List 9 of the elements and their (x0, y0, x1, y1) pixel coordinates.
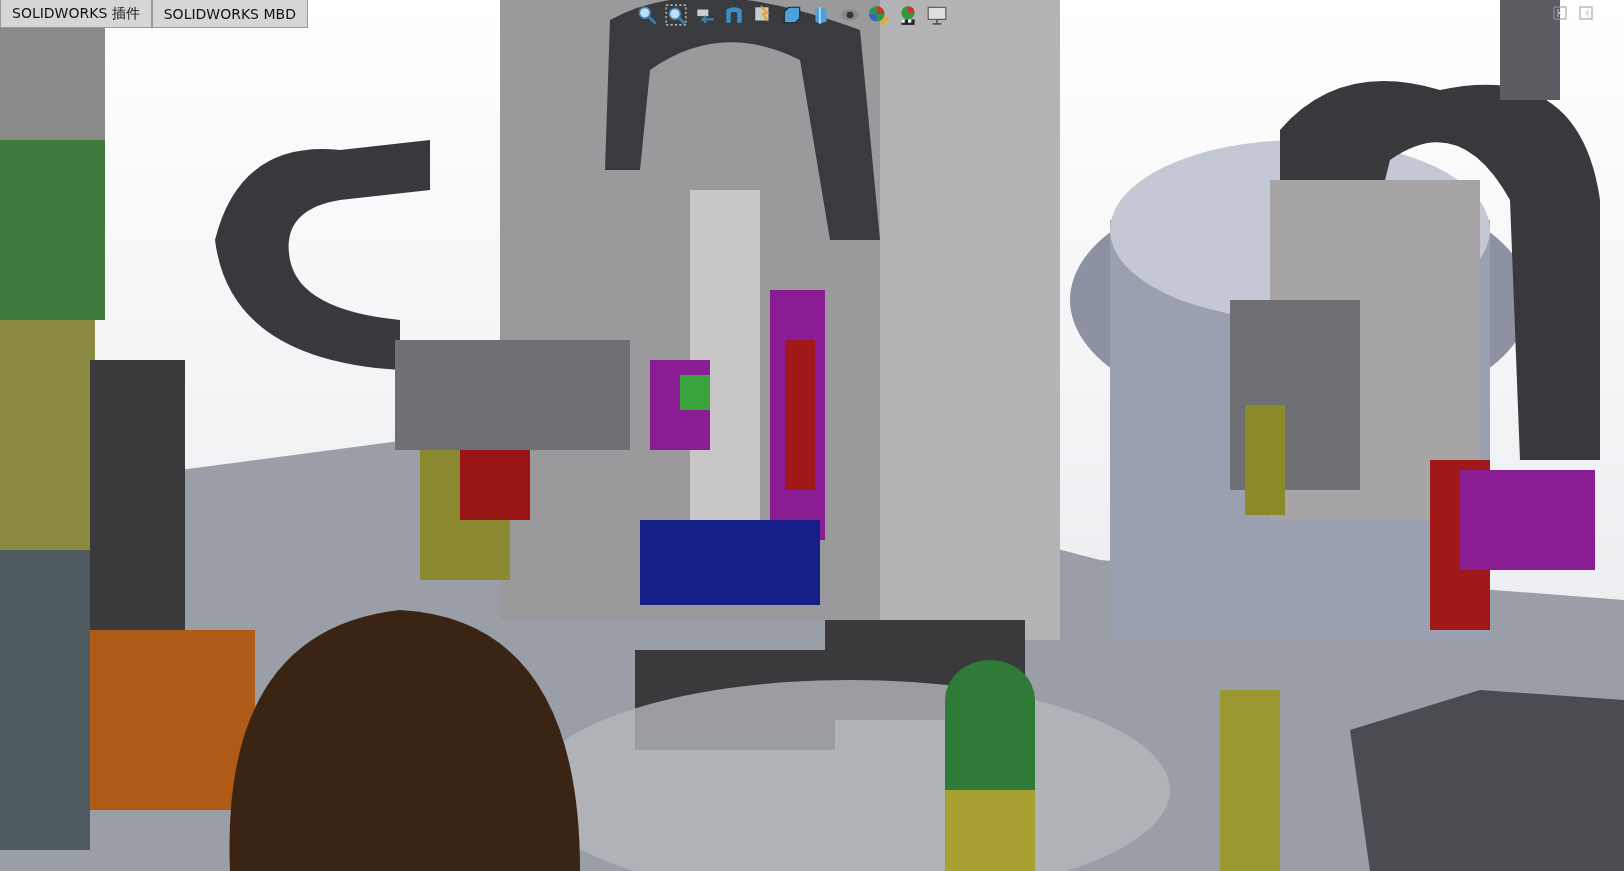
section-view-icon[interactable] (723, 4, 745, 26)
tab[interactable]: SOLIDWORKS MBD (151, 0, 308, 28)
tab[interactable]: SOLIDWORKS 插件 (0, 0, 152, 28)
monitor-icon[interactable] (926, 4, 948, 26)
edit-appearance-icon[interactable] (868, 4, 890, 26)
zoom-to-fit-icon[interactable] (636, 4, 658, 26)
expand-pane-icon[interactable] (1553, 6, 1567, 20)
view-orientation-icon[interactable] (781, 4, 803, 26)
zoom-area-icon[interactable] (665, 4, 687, 26)
